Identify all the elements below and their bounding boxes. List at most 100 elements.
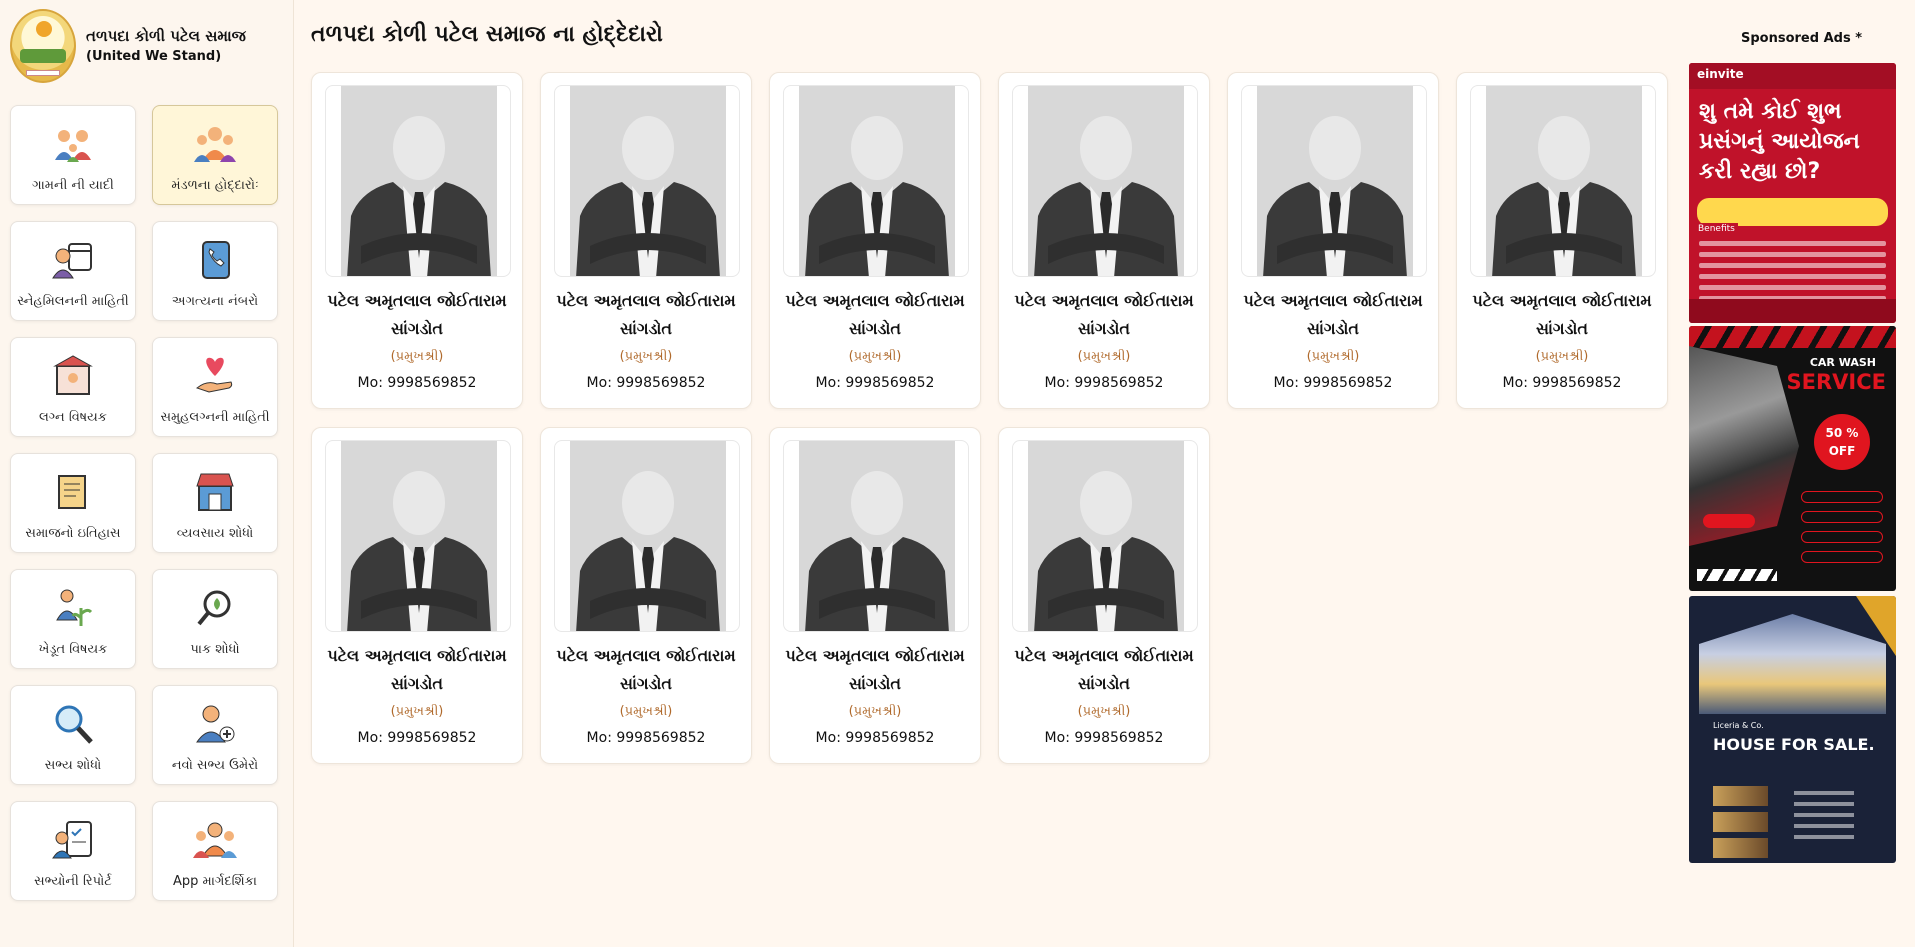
ad-house-sale[interactable]: Liceria & Co. HOUSE FOR SALE. xyxy=(1689,596,1896,863)
menu-tile-label: સમાજનો ઇતિહાસ xyxy=(25,526,121,541)
samaj-logo xyxy=(10,9,76,83)
member-photo xyxy=(1012,440,1198,632)
member-role: (પ્રમુખશ્રી) xyxy=(848,349,902,364)
ad3-features xyxy=(1794,791,1854,846)
ad-einvite[interactable]: einvite શુ તમે કોઈ શુભ પ્રસંગનું આયોજન ક… xyxy=(1689,63,1896,323)
member-role: (પ્રમુખશ્રી) xyxy=(619,349,673,364)
member-role: (પ્રમુખશ્રી) xyxy=(390,704,444,719)
member-photo xyxy=(1241,85,1427,277)
menu-tile[interactable]: વ્યવસાય શોધો xyxy=(152,453,278,553)
member-role: (પ્રમુખશ્રી) xyxy=(1306,349,1360,364)
guide-icon xyxy=(193,822,237,858)
menu-tile-label: ગામની ની યાદી xyxy=(32,178,114,193)
person-placeholder-icon xyxy=(341,86,497,276)
menu-tile-label: લગ્ન વિષયક xyxy=(38,410,107,425)
person-placeholder-icon xyxy=(570,86,726,276)
menu-tile[interactable]: ખેડૂત વિષયક xyxy=(10,569,136,669)
ad1-banner-pill xyxy=(1697,198,1888,226)
member-photo xyxy=(1012,85,1198,277)
member-card[interactable]: પટેલ અમૃતલાલ જોઈતારામ સાંગડોત (પ્રમુખશ્રી… xyxy=(769,72,981,409)
menu-tile[interactable]: App માર્ગદર્શિકા xyxy=(152,801,278,901)
member-photo xyxy=(783,85,969,277)
ad2-service-list xyxy=(1801,491,1883,571)
member-photo xyxy=(554,85,740,277)
member-name: પટેલ અમૃતલાલ જોઈતારામ સાંગડોત xyxy=(785,291,965,338)
member-mobile[interactable]: Mo: 9998569852 xyxy=(541,730,751,746)
member-mobile[interactable]: Mo: 9998569852 xyxy=(312,730,522,746)
brand-title: તળપદા કોળી પટેલ સમાજ xyxy=(86,27,246,45)
member-name: પટેલ અમૃતલાલ જોઈતારામ સાંગડોત xyxy=(1472,291,1652,338)
menu-tile[interactable]: સભ્યોની રિપોર્ટ xyxy=(10,801,136,901)
member-role: (પ્રમુખશ્રી) xyxy=(1077,704,1131,719)
calendar-person-icon xyxy=(52,243,92,279)
menu-tile[interactable]: મંડળના હોદ્દારોઃ xyxy=(152,105,278,205)
member-photo xyxy=(325,85,511,277)
member-card[interactable]: પટેલ અમૃતલાલ જોઈતારામ સાંગડોત (પ્રમુખશ્રી… xyxy=(998,72,1210,409)
ad3-thumbnails xyxy=(1713,786,1768,863)
member-mobile[interactable]: Mo: 9998569852 xyxy=(1457,375,1667,391)
menu-tile[interactable]: સ્નેહમિલનની માહિતી xyxy=(10,221,136,321)
member-card[interactable]: પટેલ અમૃતલાલ જોઈતારામ સાંગડોત (પ્રમુખશ્રી… xyxy=(998,427,1210,764)
ad2-stripes xyxy=(1689,326,1896,348)
person-placeholder-icon xyxy=(341,441,497,631)
menu-tile[interactable]: સમુહલગ્નની માહિતી xyxy=(152,337,278,437)
brand[interactable]: તળપદા કોળી પટેલ સમાજ (United We Stand) xyxy=(10,9,246,83)
menu-tile-label: ખેડૂત વિષયક xyxy=(38,642,108,657)
member-mobile[interactable]: Mo: 9998569852 xyxy=(770,730,980,746)
member-card[interactable]: પટેલ અમૃતલાલ જોઈતારામ સાંગડોત (પ્રમુખશ્રી… xyxy=(311,72,523,409)
menu-tile-label: વ્યવસાય શોધો xyxy=(176,526,254,541)
menu-tile-label: App માર્ગદર્શિકા xyxy=(173,874,257,889)
member-name: પટેલ અમૃતલાલ જોઈતારામ સાંગડોત xyxy=(556,291,736,338)
menu-grid: ગામની ની યાદી મંડળના હોદ્દારોઃ સ્નેહમિલનની… xyxy=(10,105,278,901)
menu-tile[interactable]: નવો સભ્ય ઉમેરો xyxy=(152,685,278,785)
member-role: (પ્રમુખશ્રી) xyxy=(619,704,673,719)
member-card[interactable]: પટેલ અમૃતલાલ જોઈતારામ સાંગડોત (પ્રમુખશ્રી… xyxy=(311,427,523,764)
menu-tile[interactable]: સમાજનો ઇતિહાસ xyxy=(10,453,136,553)
member-role: (પ્રમુખશ્રી) xyxy=(1077,349,1131,364)
scroll-icon xyxy=(58,475,86,509)
brand-subtitle: (United We Stand) xyxy=(86,49,222,64)
member-card[interactable]: પટેલ અમૃતલાલ જોઈતારામ સાંગડોત (પ્રમુખશ્રી… xyxy=(769,427,981,764)
member-mobile[interactable]: Mo: 9998569852 xyxy=(999,375,1209,391)
member-mobile[interactable]: Mo: 9998569852 xyxy=(1228,375,1438,391)
family-icon xyxy=(55,130,91,162)
person-placeholder-icon xyxy=(799,86,955,276)
member-mobile[interactable]: Mo: 9998569852 xyxy=(312,375,522,391)
menu-tile[interactable]: પાક શોધો xyxy=(152,569,278,669)
member-mobile[interactable]: Mo: 9998569852 xyxy=(770,375,980,391)
member-card[interactable]: પટેલ અમૃતલાલ જોઈતારામ સાંગડોત (પ્રમુખશ્રી… xyxy=(540,427,752,764)
menu-tile[interactable]: અગત્યના નંબરો xyxy=(152,221,278,321)
member-role: (પ્રમુખશ્રી) xyxy=(1535,349,1589,364)
member-card[interactable]: પટેલ અમૃતલાલ જોઈતારામ સાંગડોત (પ્રમુખશ્રી… xyxy=(1456,72,1668,409)
person-placeholder-icon xyxy=(1486,86,1642,276)
member-role: (પ્રમુખશ્રી) xyxy=(848,704,902,719)
member-photo xyxy=(325,440,511,632)
heart-hand-icon xyxy=(195,357,233,393)
member-name: પટેલ અમૃતલાલ જોઈતારામ સાંગડોત xyxy=(1243,291,1423,338)
menu-tile[interactable]: ગામની ની યાદી xyxy=(10,105,136,205)
phonebook-icon xyxy=(202,241,230,279)
ad3-title: HOUSE FOR SALE. xyxy=(1713,735,1875,754)
magnifier-icon xyxy=(55,705,93,744)
menu-tile[interactable]: સભ્ય શોધો xyxy=(10,685,136,785)
ad2-book-now-pill xyxy=(1703,514,1755,528)
ad-car-wash[interactable]: CAR WASH SERVICE 50 % OFF xyxy=(1689,326,1896,591)
ad2-title-small: CAR WASH xyxy=(1809,356,1876,369)
menu-tile-label: અગત્યના નંબરો xyxy=(171,294,259,309)
member-mobile[interactable]: Mo: 9998569852 xyxy=(999,730,1209,746)
member-name: પટેલ અમૃતલાલ જોઈતારામ સાંગડોત xyxy=(785,646,965,693)
menu-tile-label: સભ્ય શોધો xyxy=(44,758,102,773)
member-card[interactable]: પટેલ અમૃતલાલ જોઈતારામ સાંગડોત (પ્રમુખશ્રી… xyxy=(1227,72,1439,409)
farmer-icon xyxy=(56,589,93,626)
member-name: પટેલ અમૃતલાલ જોઈતારામ સાંગડોત xyxy=(327,291,507,338)
sponsored-ads-heading: Sponsored Ads * xyxy=(1741,31,1863,46)
person-placeholder-icon xyxy=(570,441,726,631)
brand-text: તળપદા કોળી પટેલ સમાજ (United We Stand) xyxy=(86,25,246,67)
member-mobile[interactable]: Mo: 9998569852 xyxy=(541,375,751,391)
menu-tile-label: સમુહલગ્નની માહિતી xyxy=(160,410,270,425)
menu-tile-label: સભ્યોની રિપોર્ટ xyxy=(34,874,112,889)
menu-tile[interactable]: લગ્ન વિષયક xyxy=(10,337,136,437)
member-card[interactable]: પટેલ અમૃતલાલ જોઈતારામ સાંગડોત (પ્રમુખશ્રી… xyxy=(540,72,752,409)
ad1-benefits-label: Benefits xyxy=(1695,223,1738,235)
shop-icon xyxy=(196,473,234,511)
